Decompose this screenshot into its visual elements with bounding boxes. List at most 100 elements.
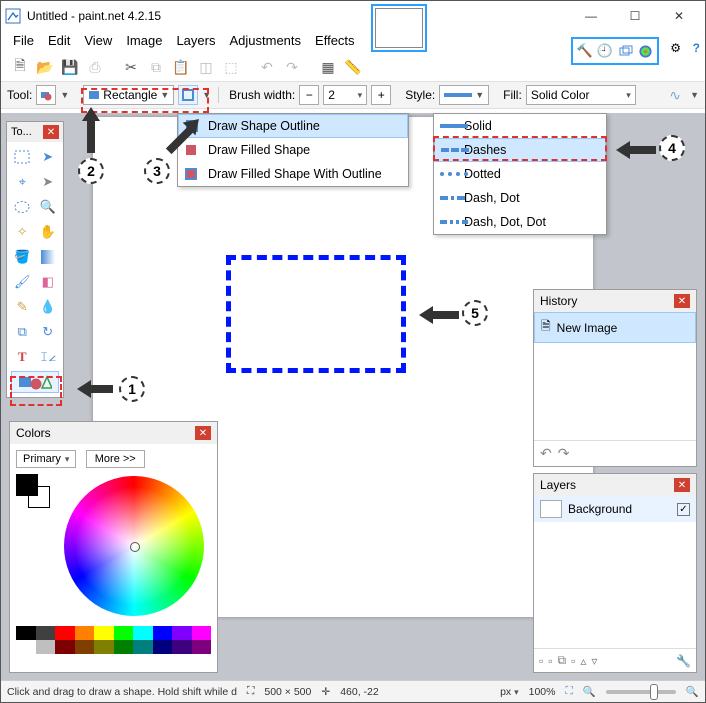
menu-edit[interactable]: Edit (48, 33, 70, 53)
eyedropper-tool-icon[interactable]: 💧 (37, 296, 60, 318)
chevron-down-icon[interactable]: ▼ (202, 90, 211, 100)
callout-1: 1 (119, 376, 145, 402)
close-window-button[interactable]: ✕ (657, 2, 701, 30)
more-button[interactable]: More >> (86, 450, 145, 468)
menu-item-outline[interactable]: Draw Shape Outline (178, 114, 408, 138)
ellipse-select-tool-icon[interactable] (11, 196, 34, 218)
print-icon[interactable]: ⎙ (84, 56, 106, 78)
brush-width-plus[interactable]: + (371, 85, 391, 105)
tools-toggle-icon[interactable]: 🔨 (575, 41, 595, 61)
open-icon[interactable]: 📂 (34, 56, 56, 78)
overflow-icon[interactable]: ∿ (664, 84, 686, 106)
minimize-button[interactable]: ― (569, 2, 613, 30)
text-tool-icon[interactable]: T (11, 346, 34, 368)
brush-width-input[interactable]: 2▾ (323, 85, 367, 105)
magic-wand-tool-icon[interactable]: ✧ (11, 221, 34, 243)
ruler-icon[interactable]: 📏 (342, 56, 364, 78)
rect-select-tool-icon[interactable] (11, 146, 34, 168)
help-icon[interactable]: ? (693, 41, 700, 55)
menu-layers[interactable]: Layers (176, 33, 215, 53)
layer-visibility-checkbox[interactable]: ✓ (677, 503, 690, 516)
pencil-tool-icon[interactable]: ✎ (11, 296, 34, 318)
clone-tool-icon[interactable]: ⧉ (11, 321, 34, 343)
cut-icon[interactable]: ✂ (120, 56, 142, 78)
close-icon[interactable]: ✕ (674, 294, 690, 308)
copy-icon[interactable]: ⧉ (145, 56, 167, 78)
shape-picker[interactable]: Rectangle ▼ (83, 85, 174, 105)
new-icon[interactable]: 🗎 (9, 56, 31, 78)
add-layer-icon[interactable]: ▫ (539, 654, 543, 668)
zoom-slider[interactable] (606, 690, 676, 694)
deselect-icon[interactable]: ⬚ (220, 56, 242, 78)
tool-options-bar: Tool: ▼ Rectangle ▼ ▼ Brush width: − 2▾ … (1, 81, 705, 109)
gradient-tool-icon[interactable] (37, 246, 60, 268)
menu-file[interactable]: File (13, 33, 34, 53)
filled-icon (184, 143, 200, 157)
duplicate-layer-icon[interactable]: ⧉ (558, 653, 567, 668)
paste-icon[interactable]: 📋 (170, 56, 192, 78)
menu-item-dash-dot-dot[interactable]: Dash, Dot, Dot (434, 210, 606, 234)
menu-item-filled-outline[interactable]: Draw Filled Shape With Outline (178, 162, 408, 186)
recolor-tool-icon[interactable]: ↻ (37, 321, 60, 343)
primary-secondary-dropdown[interactable]: Primary ▾ (16, 450, 76, 468)
style-picker[interactable]: ▼ (439, 85, 489, 105)
line-tool-icon[interactable]: 𝙸∠ (37, 346, 60, 368)
fill-tool-icon[interactable]: 🪣 (11, 246, 34, 268)
redo-icon[interactable]: ↷ (558, 445, 570, 462)
undo-icon[interactable]: ↶ (256, 56, 278, 78)
layer-item[interactable]: Background ✓ (534, 496, 696, 522)
lasso-tool-icon[interactable]: ⌖ (11, 171, 34, 193)
fill-picker[interactable]: Solid Color▾ (526, 85, 636, 105)
menu-item-dotted[interactable]: Dotted (434, 162, 606, 186)
close-icon[interactable]: ✕ (43, 125, 59, 139)
menu-item-dash-dot[interactable]: Dash, Dot (434, 186, 606, 210)
chevron-down-icon[interactable]: ▼ (60, 90, 69, 100)
close-icon[interactable]: ✕ (674, 478, 690, 492)
menu-item-solid[interactable]: Solid (434, 114, 606, 138)
history-toggle-icon[interactable]: 🕘 (595, 41, 615, 61)
menu-adjustments[interactable]: Adjustments (229, 33, 301, 53)
zoom-value: 100% (529, 686, 556, 698)
delete-layer-icon[interactable]: ▫ (548, 654, 552, 668)
brush-tool-icon[interactable]: 🖌 (11, 271, 34, 293)
redo-icon[interactable]: ↷ (281, 56, 303, 78)
pan-tool-icon[interactable]: ✋ (37, 221, 60, 243)
shapes-tool-icon[interactable] (11, 371, 59, 393)
menu-item-dashes[interactable]: Dashes (434, 138, 606, 162)
fg-bg-swatch[interactable] (16, 474, 56, 514)
color-wheel[interactable] (64, 476, 204, 616)
merge-down-icon[interactable]: ▫ (571, 654, 575, 668)
colors-toggle-icon[interactable] (635, 41, 655, 61)
zoom-tool-icon[interactable]: 🔍 (37, 196, 60, 218)
close-icon[interactable]: ✕ (195, 426, 211, 440)
menu-item-filled[interactable]: Draw Filled Shape (178, 138, 408, 162)
menu-image[interactable]: Image (126, 33, 162, 53)
swatch-palette[interactable] (16, 626, 211, 654)
undo-icon[interactable]: ↶ (540, 445, 552, 462)
menu-view[interactable]: View (84, 33, 112, 53)
move-tool-icon[interactable]: ➤ (37, 146, 60, 168)
move-up-icon[interactable]: ▵ (580, 654, 586, 668)
unit-picker[interactable]: px ▾ (500, 686, 519, 698)
move-selection-tool-icon[interactable]: ➤ (37, 171, 60, 193)
history-item[interactable]: 🗎 New Image (534, 312, 696, 343)
zoom-out-icon[interactable]: 🔍 (583, 685, 596, 698)
zoom-in-icon[interactable]: 🔍 (686, 685, 699, 698)
draw-mode-button[interactable] (178, 85, 198, 105)
layers-toggle-icon[interactable] (615, 41, 635, 61)
maximize-button[interactable]: ☐ (613, 2, 657, 30)
fit-icon[interactable]: ⛶ (565, 685, 572, 698)
chevron-down-icon[interactable]: ▼ (690, 90, 699, 100)
save-icon[interactable]: 💾 (59, 56, 81, 78)
move-down-icon[interactable]: ▿ (591, 654, 597, 668)
document-thumbnail[interactable] (371, 4, 427, 52)
layer-props-icon[interactable]: 🔧 (676, 654, 691, 668)
eraser-tool-icon[interactable]: ◧ (37, 271, 60, 293)
tool-picker-icon[interactable] (36, 85, 56, 105)
brush-width-minus[interactable]: − (299, 85, 319, 105)
colors-panel: Colors ✕ Primary ▾ More >> (9, 421, 218, 673)
crop-icon[interactable]: ◫ (195, 56, 217, 78)
menu-effects[interactable]: Effects (315, 33, 355, 53)
grid-icon[interactable]: ▦ (317, 56, 339, 78)
settings-icon[interactable]: ⚙ (670, 41, 681, 55)
